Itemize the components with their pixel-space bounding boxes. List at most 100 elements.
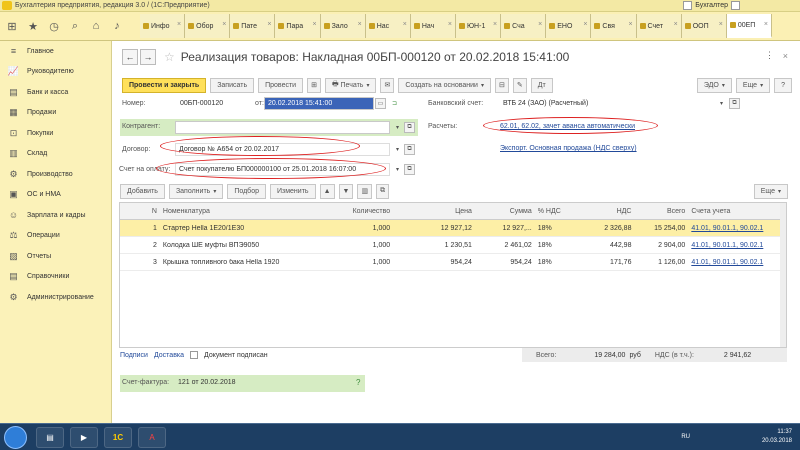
row-accounts-link[interactable]: 41.01, 90.01.1, 90.02.1 — [688, 225, 786, 232]
row-price[interactable]: 1 230,51 — [393, 242, 475, 249]
add-row-button[interactable]: Добавить — [120, 183, 165, 199]
delivery-link[interactable]: Доставка — [154, 352, 184, 359]
attachment-clip-icon[interactable]: ✎ — [512, 77, 527, 93]
row-vat[interactable]: 171,76 — [575, 259, 635, 266]
chevron-down-icon[interactable]: ▾ — [392, 122, 403, 133]
close-icon[interactable]: × — [177, 21, 181, 28]
chevron-down-icon[interactable]: ▾ — [392, 144, 403, 155]
comment-icon[interactable]: ⊐ — [389, 98, 400, 109]
tab-11[interactable]: Свя × — [591, 14, 637, 38]
row-sum[interactable]: 2 461,02 — [475, 242, 535, 249]
sidebar-item-purchases[interactable]: ⊡ Покупки — [0, 123, 111, 144]
more-button[interactable]: Еще ▾ — [735, 77, 771, 93]
row-price[interactable]: 12 927,12 — [393, 225, 475, 232]
table-row[interactable]: 3 Крышка топливного бака Hella 1920 1,00… — [120, 254, 786, 271]
mail-icon[interactable]: ✉ — [380, 77, 395, 93]
close-icon[interactable]: × — [312, 21, 316, 28]
more-vert-icon[interactable]: ⋮ — [765, 50, 774, 61]
column-header[interactable]: N — [120, 208, 160, 215]
close-icon[interactable]: × — [448, 21, 452, 28]
close-icon[interactable]: × — [403, 21, 407, 28]
row-price[interactable]: 954,24 — [393, 259, 475, 266]
row-vat-rate[interactable]: 18% — [535, 259, 575, 266]
tab-3[interactable]: Пате × — [230, 14, 276, 38]
explorer-folder-icon[interactable]: ▤ — [36, 427, 64, 448]
open-icon[interactable]: ⧉ — [404, 164, 415, 175]
row-nomenclature[interactable]: Стартер Hella 1Е20/1Е30 — [160, 225, 312, 232]
row-total[interactable]: 1 126,00 — [634, 259, 688, 266]
onec-app-icon[interactable]: 1С — [104, 427, 132, 448]
dt-kt-button[interactable]: Дт — [530, 77, 553, 93]
sidebar-item-production[interactable]: ⚙ Производство — [0, 164, 111, 185]
chevron-down-icon[interactable]: ▾ — [392, 164, 403, 175]
tab-7[interactable]: Нач × — [410, 14, 456, 38]
sidebar-item-reports[interactable]: ▨ Отчеты — [0, 246, 111, 267]
bank-account-field[interactable]: ВТБ 24 (ЗАО) (Расчетный) — [500, 97, 712, 110]
open-icon[interactable]: ⧉ — [729, 98, 740, 109]
sidebar-item-warehouse[interactable]: ▥ Склад — [0, 144, 111, 165]
close-icon[interactable]: × — [583, 21, 587, 28]
row-vat-rate[interactable]: 18% — [535, 242, 575, 249]
row-nomenclature[interactable]: Колодка ШЕ муфты ВПЭ9050 — [160, 242, 312, 249]
row-quantity[interactable]: 1,000 — [311, 259, 393, 266]
bell-icon[interactable]: ♪ — [108, 17, 126, 35]
create-based-button[interactable]: Создать на основании ▾ — [398, 77, 491, 93]
copy-icon[interactable]: ⧉ — [376, 183, 390, 199]
back-home-icon[interactable]: ⌂ — [87, 17, 105, 35]
row-sum[interactable]: 12 927,... — [475, 225, 535, 232]
column-header[interactable]: Номенклатура — [160, 208, 312, 215]
search-icon[interactable]: ⌕ — [66, 17, 84, 35]
signatures-link[interactable]: Подписи — [120, 352, 148, 359]
column-header[interactable]: Счета учета — [688, 208, 786, 215]
row-nomenclature[interactable]: Крышка топливного бака Hella 1920 — [160, 259, 312, 266]
row-vat[interactable]: 442,98 — [575, 242, 635, 249]
print-button[interactable]: 🖶 Печать ▾ — [324, 77, 377, 93]
sidebar-item-bank[interactable]: ▤ Банк и касса — [0, 82, 111, 103]
start-button-icon[interactable] — [4, 426, 27, 449]
row-vat[interactable]: 2 326,88 — [575, 225, 635, 232]
help-button[interactable]: ? — [774, 77, 792, 93]
barcode-icon[interactable]: ▥ — [357, 183, 373, 199]
move-down-icon[interactable]: ▼ — [338, 183, 354, 199]
close-icon[interactable]: × — [719, 21, 723, 28]
column-header[interactable]: Всего — [634, 208, 688, 215]
tab-5[interactable]: Зало × — [320, 14, 366, 38]
close-icon[interactable]: × — [493, 21, 497, 28]
sidebar-item-main[interactable]: ≡ Главное — [0, 41, 111, 62]
select-button[interactable]: Подбор — [227, 183, 266, 199]
tab-13[interactable]: ООП × — [681, 14, 727, 38]
change-button[interactable]: Изменить — [269, 183, 316, 199]
user-name[interactable]: Бухгалтер — [695, 2, 728, 9]
row-total[interactable]: 15 254,00 — [634, 225, 688, 232]
invoice-open-icon[interactable]: ? — [356, 378, 360, 387]
row-quantity[interactable]: 1,000 — [311, 225, 393, 232]
attach-icon[interactable]: ⊟ — [494, 77, 509, 93]
back-arrow-icon[interactable]: ← — [122, 49, 138, 65]
favorites-icon[interactable]: ★ — [24, 17, 42, 35]
row-quantity[interactable]: 1,000 — [311, 242, 393, 249]
table-row[interactable]: 1 Стартер Hella 1Е20/1Е30 1,000 12 927,1… — [120, 220, 786, 237]
table-row[interactable]: 2 Колодка ШЕ муфты ВПЭ9050 1,000 1 230,5… — [120, 237, 786, 254]
column-header[interactable]: % НДС — [535, 208, 575, 215]
column-header[interactable]: НДС — [575, 208, 635, 215]
history-icon[interactable]: ◷ — [45, 17, 63, 35]
close-form-icon[interactable]: × — [783, 51, 788, 61]
open-icon[interactable]: ⧉ — [404, 122, 415, 133]
tab-9[interactable]: Сча × — [501, 14, 547, 38]
sidebar-item-manager[interactable]: 📈 Руководителю — [0, 62, 111, 83]
close-icon[interactable]: × — [222, 21, 226, 28]
pdf-reader-icon[interactable]: A — [138, 427, 166, 448]
tab-14-active[interactable]: 00ЕП × — [726, 14, 772, 38]
vat-mode-link[interactable]: Экспорт. Основная продажа (НДС сверху) — [500, 145, 637, 152]
favorite-star-icon[interactable]: ☆ — [164, 50, 175, 64]
close-icon[interactable]: × — [538, 21, 542, 28]
sidebar-item-reference[interactable]: ▤ Справочники — [0, 267, 111, 288]
move-up-icon[interactable]: ▲ — [319, 183, 335, 199]
column-header[interactable]: Цена — [393, 208, 475, 215]
media-player-icon[interactable]: ▶ — [70, 427, 98, 448]
tab-12[interactable]: Счет × — [636, 14, 682, 38]
close-icon[interactable]: × — [674, 21, 678, 28]
close-icon[interactable]: × — [628, 21, 632, 28]
open-icon[interactable]: ⧉ — [404, 144, 415, 155]
sidebar-item-assets[interactable]: ▣ ОС и НМА — [0, 185, 111, 206]
